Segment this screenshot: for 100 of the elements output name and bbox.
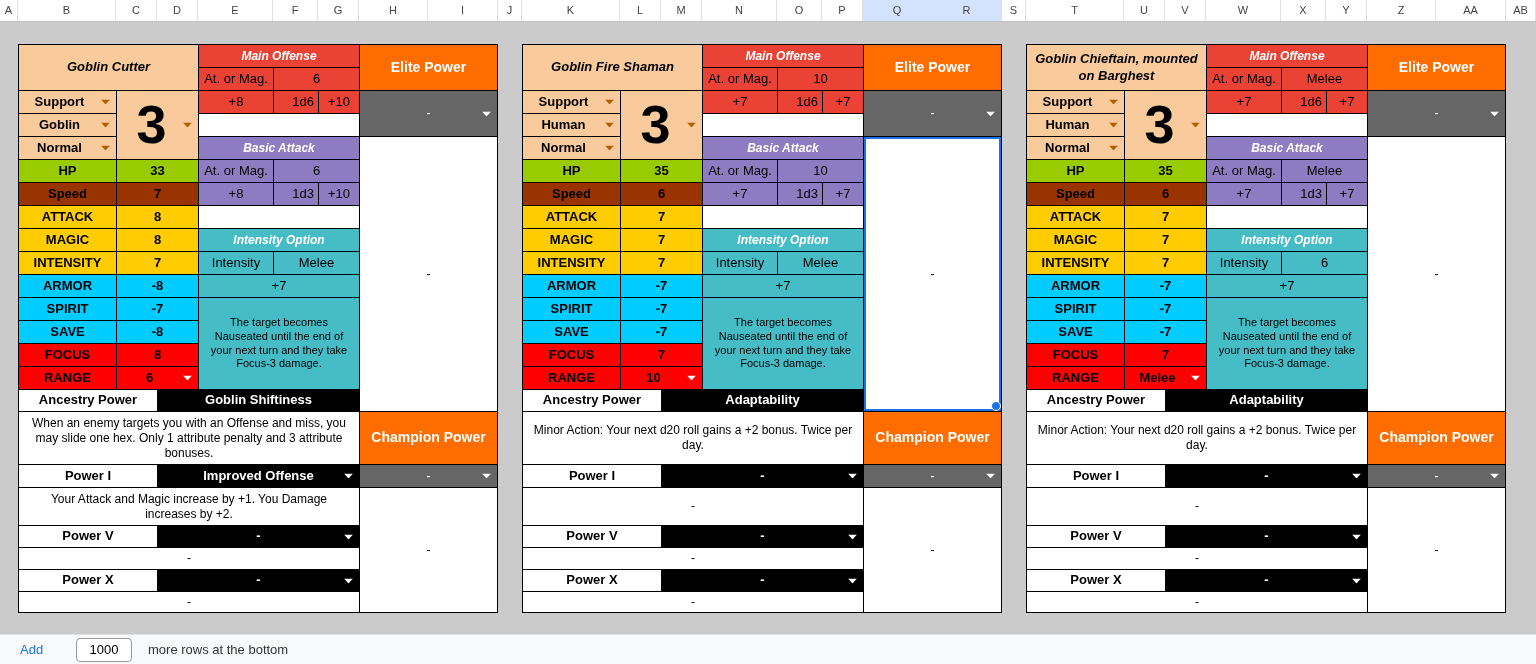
caret-icon bbox=[986, 473, 995, 479]
elite-power-text[interactable]: - bbox=[864, 137, 1001, 411]
rank-dropdown[interactable]: Normal bbox=[1027, 137, 1124, 159]
ancestry-power-label: Ancestry Power bbox=[19, 390, 157, 411]
stat-label: MAGIC bbox=[19, 229, 116, 251]
ancestry-dropdown[interactable]: Human bbox=[1027, 114, 1124, 136]
stat-value: 8 bbox=[117, 344, 198, 366]
elite-power-dropdown[interactable]: - bbox=[1368, 91, 1505, 136]
stat-value: -7 bbox=[621, 298, 702, 320]
rows-count-field[interactable]: 1000 bbox=[76, 637, 132, 662]
stat-dropdown[interactable]: 6 bbox=[117, 367, 198, 389]
champion-power-dropdown[interactable]: - bbox=[360, 465, 497, 487]
stat-value: 7 bbox=[1125, 344, 1206, 366]
elite-power-dropdown[interactable]: - bbox=[360, 91, 497, 136]
power-label: Power X bbox=[19, 570, 157, 591]
role-dropdown[interactable]: Support bbox=[523, 91, 620, 113]
power-label: Power I bbox=[19, 465, 157, 487]
caret-icon bbox=[848, 578, 857, 583]
stat-value: Melee bbox=[1282, 68, 1367, 90]
stat-label: At. or Mag. bbox=[1207, 160, 1281, 182]
champion-power-text: - bbox=[1368, 488, 1505, 612]
stat-value: 7 bbox=[1125, 206, 1206, 228]
intensity-value: Melee bbox=[778, 252, 863, 274]
power-text: - bbox=[523, 488, 863, 525]
ancestry-dropdown[interactable]: Goblin bbox=[19, 114, 116, 136]
caret-icon bbox=[1191, 375, 1200, 381]
column-header[interactable]: R bbox=[932, 0, 1002, 21]
damage-bonus: +7 bbox=[823, 183, 863, 205]
elite-power-dropdown[interactable]: - bbox=[864, 91, 1001, 136]
intensity-label: Intensity bbox=[1207, 252, 1281, 274]
column-header[interactable]: Q bbox=[863, 0, 932, 21]
stat-label: MAGIC bbox=[1027, 229, 1124, 251]
caret-icon bbox=[1352, 473, 1361, 479]
creature-name: Goblin Chieftain, mounted on Barghest bbox=[1027, 45, 1206, 90]
power-label: Power V bbox=[19, 526, 157, 547]
role-dropdown[interactable]: Support bbox=[19, 91, 116, 113]
caret-icon bbox=[1352, 578, 1361, 583]
caret-icon bbox=[183, 122, 192, 128]
caret-icon bbox=[1490, 473, 1499, 479]
stat-value: 10 bbox=[778, 68, 863, 90]
fill-handle[interactable] bbox=[991, 401, 1001, 411]
caret-icon bbox=[848, 473, 857, 479]
caret-icon bbox=[1109, 122, 1118, 128]
intensity-bonus: +7 bbox=[199, 275, 359, 297]
hit-bonus: +8 bbox=[199, 183, 273, 205]
section-title: Main Offense bbox=[703, 45, 863, 67]
creature-name: Goblin Fire Shaman bbox=[523, 45, 702, 90]
stat-value: 33 bbox=[117, 160, 198, 182]
power-label: Power V bbox=[1027, 526, 1165, 547]
intensity-effect: The target becomes Nauseated until the end of your next turn and they take Focus-3 damage. bbox=[199, 298, 359, 389]
champion-power-dropdown[interactable]: - bbox=[864, 465, 1001, 487]
stat-value: Melee bbox=[1282, 160, 1367, 182]
section-title: Intensity Option bbox=[1207, 229, 1367, 251]
damage-bonus: +10 bbox=[319, 91, 359, 113]
section-title: Main Offense bbox=[199, 45, 359, 67]
level-dropdown[interactable]: 3 bbox=[117, 91, 198, 159]
level-dropdown[interactable]: 3 bbox=[621, 91, 702, 159]
caret-icon bbox=[1490, 111, 1499, 116]
add-rows-link[interactable]: Add bbox=[20, 639, 60, 660]
caret-icon bbox=[848, 534, 857, 539]
ancestry-dropdown[interactable]: Human bbox=[523, 114, 620, 136]
role-dropdown[interactable]: Support bbox=[1027, 91, 1124, 113]
elite-power-text: - bbox=[1368, 137, 1505, 411]
section-title: Intensity Option bbox=[199, 229, 359, 251]
damage-dice: 1d6 bbox=[274, 91, 318, 113]
champion-power-dropdown[interactable]: - bbox=[1368, 465, 1505, 487]
caret-icon bbox=[344, 578, 353, 583]
damage-dice: 1d3 bbox=[274, 183, 318, 205]
stat-label: RANGE bbox=[19, 367, 116, 389]
stat-label: SAVE bbox=[1027, 321, 1124, 343]
hit-bonus: +7 bbox=[1207, 91, 1281, 113]
caret-icon bbox=[605, 122, 614, 128]
rank-dropdown[interactable]: Normal bbox=[523, 137, 620, 159]
stat-value: 7 bbox=[117, 183, 198, 205]
level-dropdown[interactable]: 3 bbox=[1125, 91, 1206, 159]
damage-dice: 1d6 bbox=[778, 91, 822, 113]
power-label: Power X bbox=[523, 570, 661, 591]
stat-value: -7 bbox=[1125, 298, 1206, 320]
power-text: - bbox=[1027, 548, 1367, 569]
stat-label: SPIRIT bbox=[1027, 298, 1124, 320]
rank-dropdown[interactable]: Normal bbox=[19, 137, 116, 159]
stat-label: ARMOR bbox=[1027, 275, 1124, 297]
stat-value: 6 bbox=[274, 68, 359, 90]
damage-bonus: +10 bbox=[319, 183, 359, 205]
champion-power-header: Champion Power bbox=[864, 412, 1001, 464]
stat-label: SPIRIT bbox=[19, 298, 116, 320]
champion-power-header: Champion Power bbox=[1368, 412, 1505, 464]
damage-bonus: +7 bbox=[1327, 183, 1367, 205]
damage-dice: 1d3 bbox=[778, 183, 822, 205]
stat-value: 10 bbox=[778, 160, 863, 182]
intensity-label: Intensity bbox=[199, 252, 273, 274]
stat-value: -8 bbox=[117, 275, 198, 297]
stat-label: Speed bbox=[19, 183, 116, 205]
stat-label: INTENSITY bbox=[1027, 252, 1124, 274]
elite-power-header: Elite Power bbox=[1368, 45, 1505, 90]
stat-dropdown[interactable]: 10 bbox=[621, 367, 702, 389]
stat-value: 8 bbox=[117, 206, 198, 228]
stat-dropdown[interactable]: Melee bbox=[1125, 367, 1206, 389]
caret-icon bbox=[1352, 534, 1361, 539]
stat-label: SPIRIT bbox=[523, 298, 620, 320]
